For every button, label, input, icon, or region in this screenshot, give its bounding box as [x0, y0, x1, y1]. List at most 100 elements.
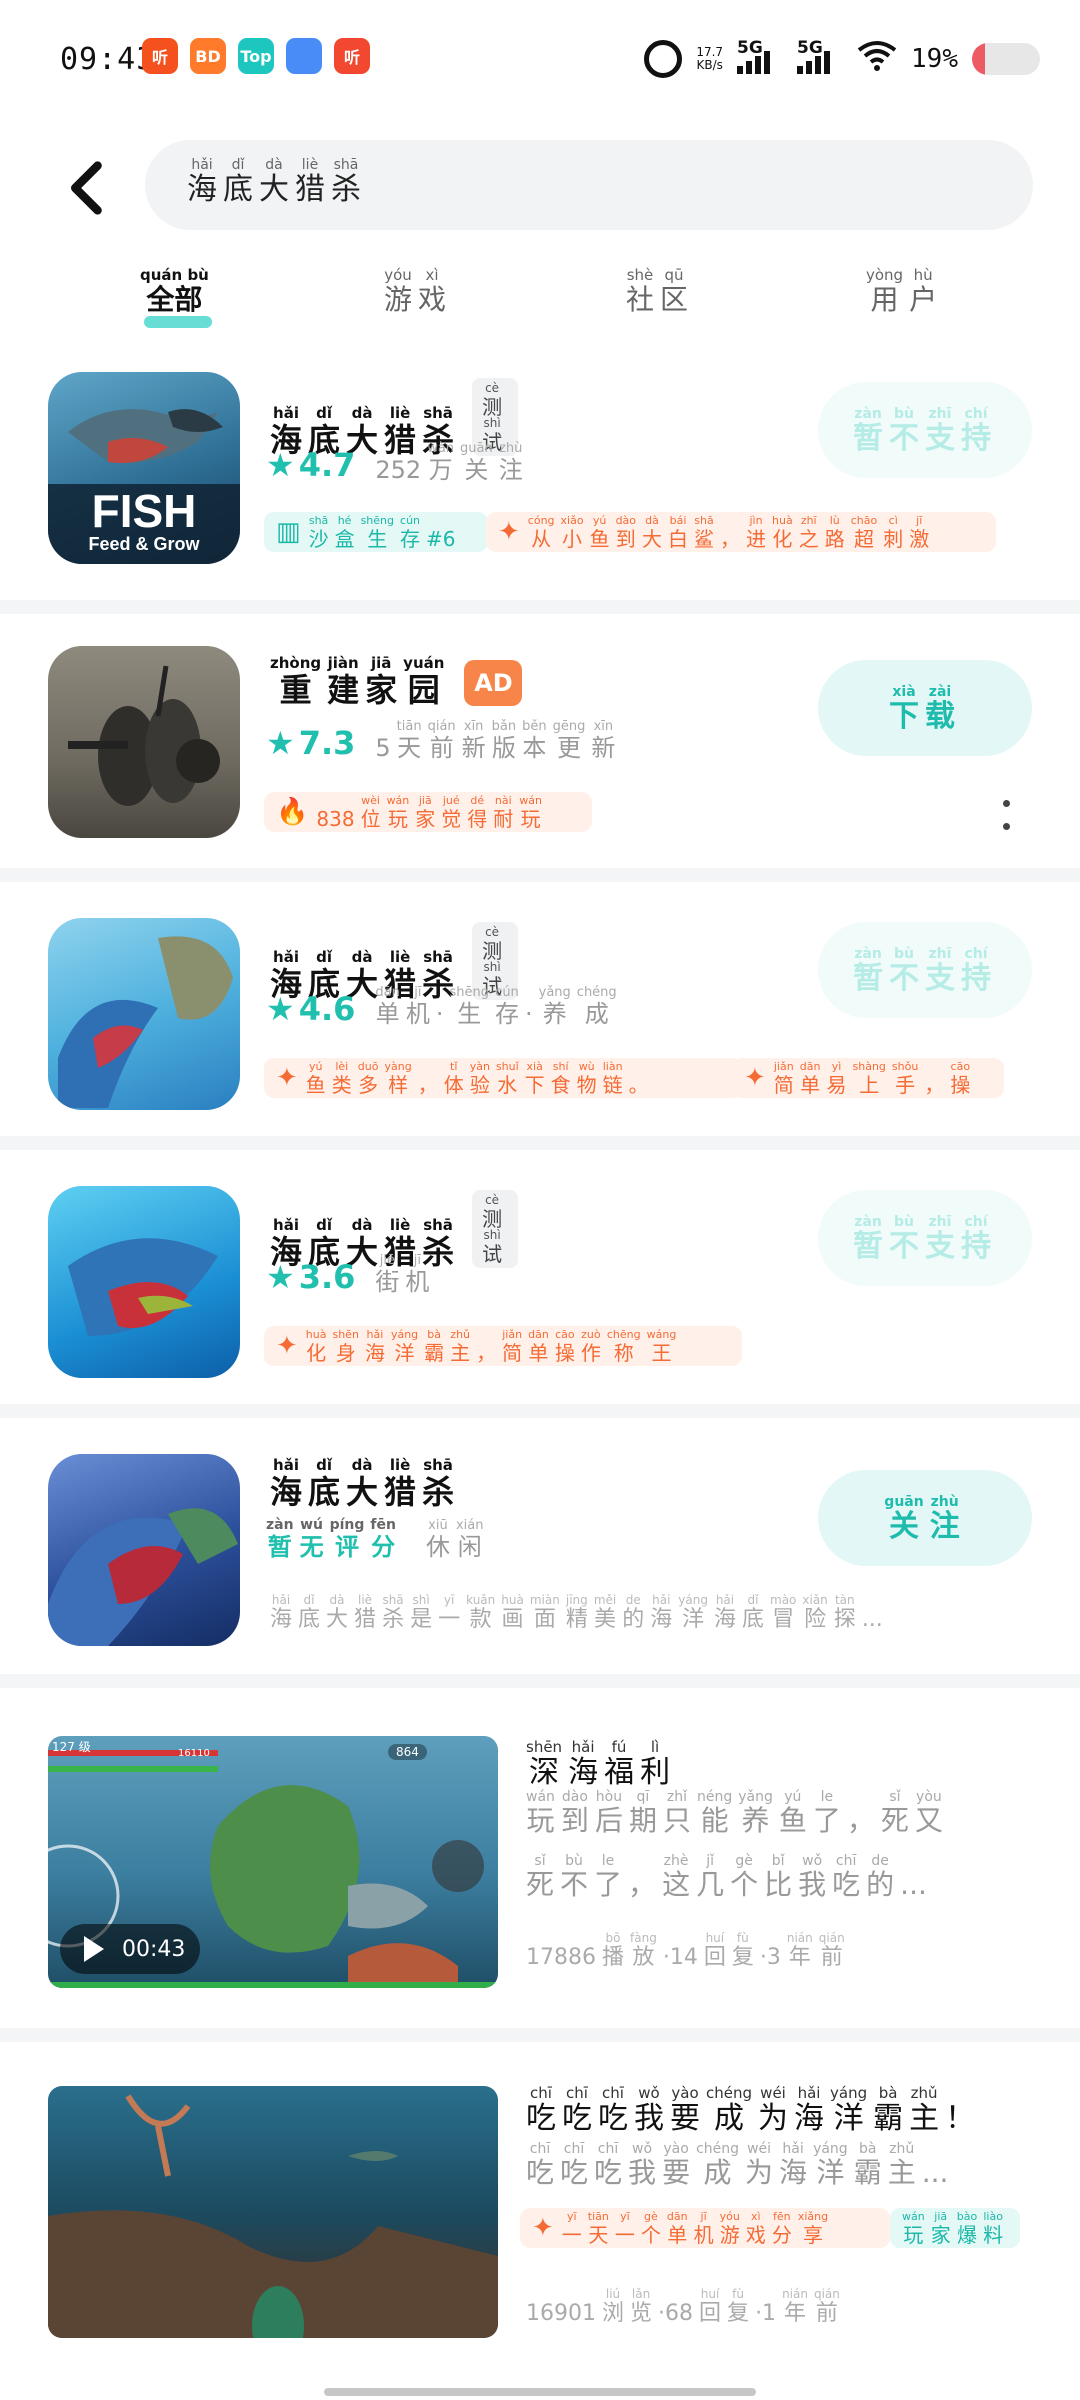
video-thumbnail[interactable]: 127 级 16110 864 00:43 [48, 1736, 498, 1988]
ruby-char: qū 区 [660, 266, 689, 316]
tab-games[interactable]: yóu 游 xì 戏 [384, 268, 452, 314]
ruby-char: zhī 之 [798, 514, 819, 551]
ruby-char: chāo 超 [850, 514, 878, 551]
unsupported-button[interactable]: zàn 暂 bù 不 zhī 支 chí 持 [818, 922, 1032, 1018]
post-thumbnail[interactable] [48, 2086, 498, 2338]
ruby-char: tiān 天 [396, 719, 422, 762]
topic-chip[interactable]: ✦ yī 一 tiān 天 yī 一 gè 个 dān 单 jī 机 yóu 游 xì 戏 fēn 分 xiǎng 享 [520, 2208, 890, 2248]
ruby-char: hǎi 海 [568, 1738, 599, 1790]
ruby-char: wú 无 [299, 1517, 324, 1561]
game-result-card-ad[interactable]: zhòng 重 jiàn 建 jiā 家 yuán 园 AD ★ 7.3 5 tiān 天 qián… [0, 614, 1080, 868]
highlight-chip-2[interactable]: ✦ jiǎn 简 dān 单 yì 易 shàng 上 shǒu 手 ， cāo 操 [732, 1058, 1004, 1098]
ruby-char: jǐ 几 [696, 1853, 725, 1901]
ruby-char: de 的 [622, 1594, 645, 1631]
divider [0, 1674, 1080, 1688]
ruby-char: cè 测 [482, 1193, 503, 1231]
ruby-char: cóng 从 [527, 514, 555, 551]
ruby-char: yóu 游 [384, 266, 413, 316]
shark-image [48, 1508, 238, 1646]
ruby-char: bǐ 比 [764, 1853, 793, 1901]
post-title: shēn 深 hǎi 海 fú 福 lì 利 [526, 1740, 1026, 1788]
game-thumbnail[interactable] [48, 1186, 240, 1378]
ruby-char: hé 盒 [334, 514, 355, 551]
search-input[interactable]: hǎi 海 dǐ 底 dà 大 liè 猎 shā 杀 [145, 140, 1033, 230]
ruby-char: hǎi 海 [270, 1456, 303, 1511]
ruby-char: chī 吃 [560, 2141, 589, 2189]
download-button[interactable]: xià 下 zài 载 [818, 660, 1032, 756]
game-result-card[interactable]: hǎi 海 dǐ 底 dà 大 liè 猎 shā 杀 cè 测 shì 试 ★ 4.6 dān 单 jī 机… [0, 882, 1080, 1136]
search-query: hǎi 海 dǐ 底 dà 大 liè 猎 shā 杀 [187, 158, 367, 205]
ruby-char: hǎi 海 [713, 1594, 736, 1631]
ruby-char: ， [846, 1804, 875, 1837]
game-thumbnail[interactable]: FISH Feed & Grow [48, 372, 240, 564]
follow-button[interactable]: guān 关 zhù 注 [818, 1470, 1032, 1566]
tab-all[interactable]: quán bù 全部 [140, 268, 215, 314]
ruby-char: zàn 暂 [853, 945, 883, 996]
ruby-char: běn 本 [522, 719, 547, 762]
ruby-char: liè 猎 [384, 1456, 417, 1511]
topic-chip-2[interactable]: wán 玩 jiā 家 bào 爆 liào 料 [890, 2208, 1020, 2248]
hot-chip[interactable]: 🔥 838 wèi 位 wán 玩 jiā 家 jué 觉 dé 得 nài 耐 wán 玩 [264, 792, 592, 832]
video-post-card[interactable]: 127 级 16110 864 00:43 shēn 深 hǎi 海 fú 福 lì 利 wá… [0, 1688, 1080, 2028]
tab-community[interactable]: shè 社 qū 区 [626, 268, 694, 314]
ruby-char: jī 激 [909, 514, 930, 551]
ruby-char: fú 福 [604, 1738, 635, 1790]
post-body-line: wán 玩 dào 到 hòu 后 qī 期 zhǐ 只 néng 能 yǎng 养 yú 鱼 le 了 ， sǐ 死… [526, 1790, 1046, 1835]
ruby-char: shǒu 手 [891, 1060, 919, 1097]
ruby-char: dān 单 [799, 1060, 821, 1097]
ruby-char: yàn 验 [469, 1060, 490, 1097]
ruby-char: · [435, 1000, 444, 1028]
ruby-char: chī 吃 [598, 2084, 628, 2136]
trophy-icon: ▥ [276, 517, 301, 547]
post-title: chī 吃 chī 吃 chī 吃 wǒ 我 yào 要 chéng 成 wéi 为 hǎi 海 yáng 洋 bà… [526, 2086, 1026, 2134]
rating-row: ★ 4.6 dān 单 jī 机 · shēng 生 cún 存 · yǎng 养 chéng 成 [266, 986, 623, 1026]
unsupported-button[interactable]: zàn 暂 bù 不 zhī 支 chí 持 [818, 1190, 1032, 1286]
ruby-char: yú 鱼 [589, 514, 610, 551]
highlight-chip-text: yú 鱼 lèi 类 duō 多 yàng 样 ， tǐ 体 yàn 验 shuǐ 水 xià 下 shí 食 wù… [306, 1061, 655, 1095]
ruby-char: chéng 成 [576, 985, 617, 1028]
ruby-char: liàn 链 [602, 1060, 623, 1097]
ruby-char: shēn 深 [526, 1738, 563, 1790]
game-result-card[interactable]: FISH Feed & Grow hǎi 海 dǐ 底 dà 大 liè 猎 shā 杀 cè 测 s… [0, 360, 1080, 600]
ruby-char: 17886 [526, 1945, 596, 1970]
game-result-card[interactable]: hǎi 海 dǐ 底 dà 大 liè 猎 shā 杀 cè 测 shì 试 ★ 3.6 jiē 街 jī 机… [0, 1150, 1080, 1404]
game-thumbnail[interactable] [48, 918, 240, 1110]
ruby-char: jiàn 建 [327, 654, 360, 709]
back-button[interactable] [62, 160, 108, 215]
tab-users[interactable]: yòng 用 hù 户 [866, 268, 943, 314]
ruby-char: chí 持 [961, 1213, 991, 1264]
star-icon: ★ [266, 1258, 295, 1296]
game-thumbnail[interactable] [48, 1454, 240, 1646]
highlight-chip[interactable]: ✦ cóng 从 xiǎo 小 yú 鱼 dào 到 dà 大 bái 白 shā 鲨 ， jìn 进 huà 化… [486, 512, 996, 552]
video-duration: 00:43 [122, 1936, 186, 1962]
ruby-char: huí 回 [699, 2287, 722, 2326]
ruby-char: #6 [426, 527, 456, 551]
highlight-chip[interactable]: ✦ huà 化 shēn 身 hǎi 海 yáng 洋 bà 霸 zhǔ 主 ， jiǎn 简 dān 单 cā… [264, 1326, 742, 1366]
rank-chip[interactable]: ▥ shā 沙 hé 盒 shēng 生 cún 存 #6 [264, 512, 488, 552]
game-result-card[interactable]: hǎi 海 dǐ 底 dà 大 liè 猎 shā 杀 zàn 暂 wú 无 píng 评 fēn 分 xiū 休… [0, 1418, 1080, 1674]
unsupported-button[interactable]: zàn 暂 bù 不 zhī 支 chí 持 [818, 382, 1032, 478]
more-options-icon[interactable] [1000, 800, 1012, 830]
post-meta: 17886 bō 播 fàng 放 ·14 huí 回 fù 复 ·3 nián 年 qián 前 [526, 1932, 851, 1969]
rating-row: zàn 暂 wú 无 píng 评 fēn 分 xiū 休 xián 闲 [266, 1518, 489, 1559]
post-card[interactable]: chī 吃 chī 吃 chī 吃 wǒ 我 yào 要 chéng 成 wéi 为 hǎi 海 yáng 洋 bà… [0, 2042, 1080, 2382]
signal-label-2: 5G [797, 38, 823, 58]
game-title-text: zhòng 重 jiàn 建 jiā 家 yuán 园 [270, 654, 450, 709]
ruby-char: xià 下 [889, 683, 919, 734]
ruby-char: yáng 洋 [813, 2141, 848, 2189]
ruby-char: yòng 用 [866, 266, 904, 316]
game-thumbnail[interactable] [48, 646, 240, 838]
game-title: hǎi 海 dǐ 底 dà 大 liè 猎 shā 杀 [270, 1456, 460, 1511]
ruby-char: zuò 作 [580, 1328, 601, 1365]
ruby-char: wèi 位 [360, 794, 381, 831]
ruby-char: dào 到 [615, 514, 637, 551]
home-indicator[interactable] [324, 2388, 756, 2396]
post-body-line: chī 吃 chī 吃 chī 吃 wǒ 我 yào 要 chéng 成 wéi 为 hǎi 海 yáng 洋 bà… [526, 2142, 1046, 2187]
ruby-char: xiǎn 险 [802, 1594, 828, 1631]
ruby-char: xì 戏 [418, 266, 447, 316]
highlight-chip[interactable]: ✦ yú 鱼 lèi 类 duō 多 yàng 样 ， tǐ 体 yàn 验 shuǐ 水 xià 下 shí 食… [264, 1058, 742, 1098]
level-label: 127 级 [52, 1740, 91, 1754]
ruby-char: chī 吃 [562, 2084, 592, 2136]
play-button[interactable]: 00:43 [60, 1924, 200, 1974]
ruby-char: jī 机 [405, 1253, 430, 1296]
